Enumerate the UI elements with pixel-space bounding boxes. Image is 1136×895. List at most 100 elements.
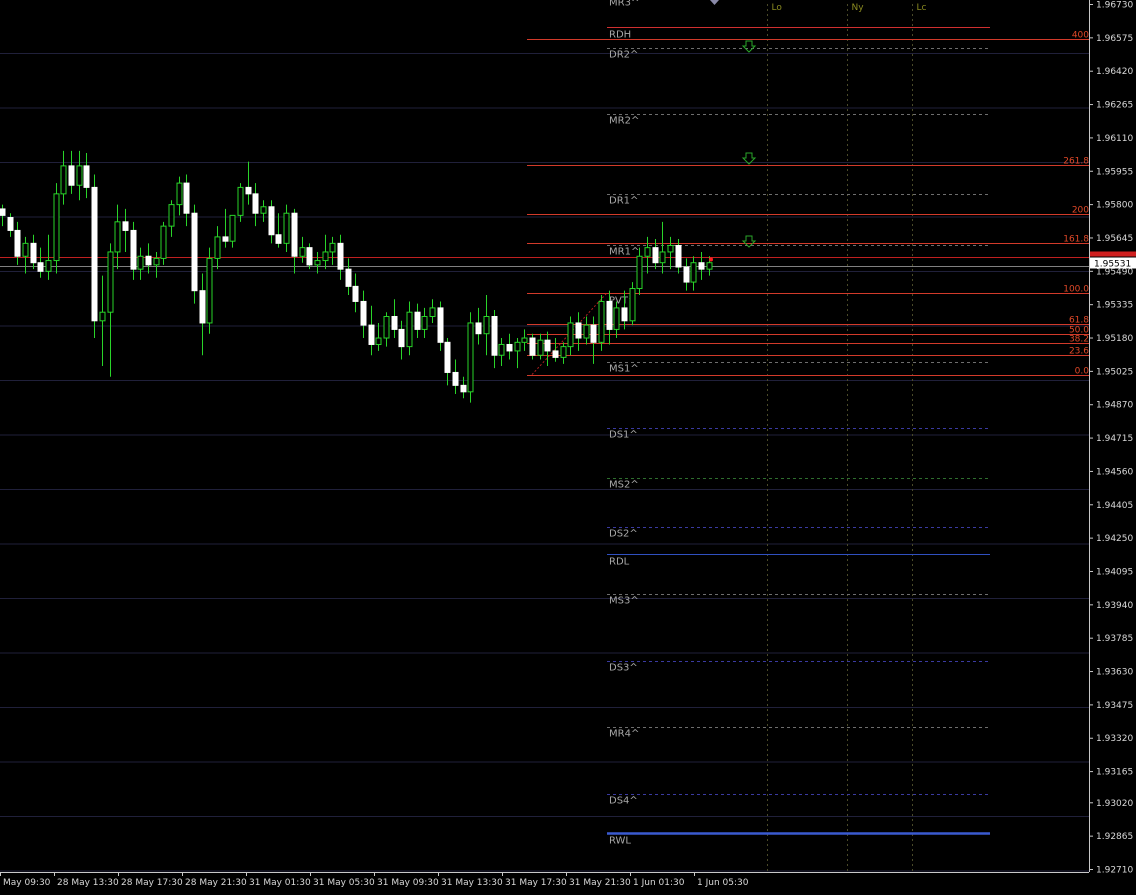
pivot-level-label: DR2^ [609, 50, 638, 61]
candle-body [268, 206, 275, 236]
pivot-level-label: RWL [609, 836, 631, 847]
pivot-level-label: RDH [609, 30, 631, 41]
time-tick-label: 1 Jun 01:30 [633, 878, 685, 888]
pivot-level-label: DS1^ [609, 430, 638, 441]
time-axis[interactable]: May 09:30 28 May 13:30 28 May 17:30 28 May … [0, 872, 1089, 888]
candle-body [145, 255, 152, 266]
price-tick-label: 1.92865 [1096, 832, 1133, 842]
signal-arrows [710, 0, 757, 248]
time-tick-label: 28 May 17:30 [121, 878, 183, 888]
candle-body [252, 193, 259, 214]
price-tick-label: 1.95955 [1096, 167, 1133, 177]
pivot-level-label: DS4^ [609, 796, 638, 807]
candle-body [667, 244, 674, 253]
candle-body [176, 182, 183, 206]
candle-body [421, 316, 428, 330]
price-tick-label: 1.94095 [1096, 567, 1133, 577]
candle-body [352, 285, 359, 302]
candle-body [222, 236, 229, 242]
price-axis[interactable]: 1.96730 1.96575 1.96420 1.96265 1.96110 1.959… [1089, 0, 1136, 876]
candle-body [491, 316, 498, 356]
candle-body [53, 193, 60, 262]
candle-body [14, 229, 21, 257]
price-tick-label: 1.93320 [1096, 734, 1133, 744]
down-arrow-icon [741, 40, 757, 53]
candle-body [498, 343, 505, 356]
candle-body [114, 221, 121, 253]
candle-body [706, 262, 713, 270]
candle-body [337, 242, 344, 270]
candle-body [107, 251, 114, 313]
candle-body [414, 311, 421, 330]
price-tick-label: 1.94405 [1096, 501, 1133, 511]
candle-body [575, 322, 582, 339]
candle-body [368, 324, 375, 345]
candle-body [199, 290, 206, 324]
candle-body [360, 300, 367, 326]
pivot-level-label: DR1^ [609, 196, 638, 207]
price-tick-label: 1.94250 [1096, 534, 1133, 544]
price-tick-label: 1.96420 [1096, 67, 1133, 77]
time-tick-label: May 09:30 [3, 878, 51, 888]
candle-body [590, 324, 597, 343]
price-tick-label: 1.93785 [1096, 634, 1133, 644]
price-tick-label: 1.94560 [1096, 467, 1133, 477]
chart: Lo Ny Lc MR3^ RDH DR2^ MR2^ DR1^ MR1^ PVT^ MS1^ DS… [0, 0, 1136, 891]
session-label: Ny [852, 3, 865, 13]
pivot-level-label: MR2^ [609, 116, 639, 127]
candle-body [606, 300, 613, 330]
candle-body [529, 337, 536, 356]
pivot-level-label: MR1^ [609, 247, 639, 258]
candle-body [552, 350, 559, 358]
candle-body [629, 288, 636, 322]
candle-body [30, 242, 37, 264]
candle-body [521, 337, 528, 343]
candle-body [560, 346, 567, 358]
candle-body [83, 165, 90, 188]
time-tick-label: 1 Jun 05:30 [697, 878, 749, 888]
candle-body [0, 208, 6, 216]
candle-body [260, 206, 267, 214]
session-label: Lo [772, 3, 783, 13]
candle-body [329, 242, 336, 253]
candle-body [130, 229, 137, 270]
fib-level-label: 400 [1072, 31, 1089, 41]
last-price-label: 1.95531 [1094, 260, 1131, 270]
price-tick-label: 1.95335 [1096, 301, 1133, 311]
candle-body [383, 316, 390, 339]
candle-body [636, 255, 643, 290]
candle-body [153, 257, 160, 266]
scroll-marker-icon [710, 0, 719, 5]
time-tick-label: 31 May 21:30 [569, 878, 631, 888]
candle-body [237, 186, 244, 216]
candle-body [306, 247, 313, 266]
candle-body [467, 322, 474, 393]
candle-body [299, 247, 306, 257]
price-tick-label: 1.95180 [1096, 334, 1133, 344]
candle-body [191, 212, 198, 292]
price-tick-label: 1.94715 [1096, 434, 1133, 444]
time-tick-label: 31 May 05:30 [313, 878, 375, 888]
candle-body [460, 384, 467, 393]
candle-body [437, 307, 444, 343]
price-chart[interactable]: Lo Ny Lc MR3^RDHDR2^MR2^DR1^MR1^PVT^MS1^DS… [0, 0, 1136, 891]
pivot-level-label: DS2^ [609, 529, 638, 540]
candle-body [99, 311, 106, 322]
fib-level-label: 100.0 [1063, 285, 1089, 295]
candle-body [475, 322, 482, 335]
price-tick-label: 1.95645 [1096, 234, 1133, 244]
price-tick-label: 1.94870 [1096, 401, 1133, 411]
candle-body [322, 251, 329, 262]
candle-body [60, 165, 67, 195]
candle-body [652, 247, 659, 264]
candle-body [698, 262, 705, 270]
candle-body [229, 214, 236, 242]
candle-body [483, 316, 490, 335]
time-tick-label: 31 May 01:30 [249, 878, 311, 888]
candle-body [452, 371, 459, 386]
price-tick-label: 1.96575 [1096, 34, 1133, 44]
price-tick-label: 1.92710 [1096, 866, 1133, 876]
fib-level-label: 0.0 [1075, 367, 1090, 377]
pivot-level-label: MR3^ [609, 0, 639, 9]
bid-price-badge [1090, 251, 1136, 257]
